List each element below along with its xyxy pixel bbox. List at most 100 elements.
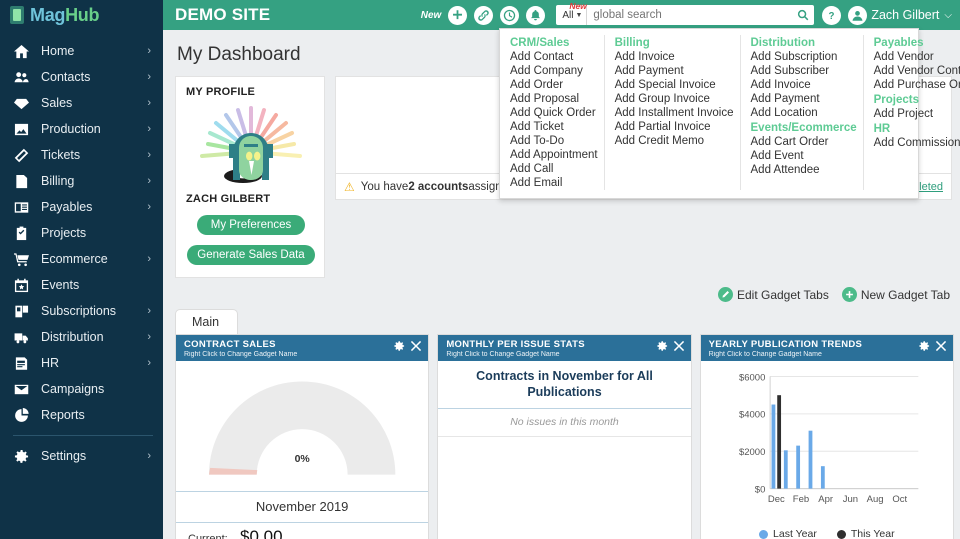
sidebar-item-label: Billing bbox=[41, 174, 75, 188]
search-category-dropdown[interactable]: All ▼ New bbox=[556, 1, 588, 25]
mega-menu-item[interactable]: Add Attendee bbox=[751, 163, 857, 177]
mega-menu-item[interactable]: Add Special Invoice bbox=[615, 78, 734, 92]
mega-menu-item[interactable]: Add Call bbox=[510, 162, 598, 176]
chevron-right-icon: › bbox=[147, 450, 151, 462]
mega-menu-item[interactable]: Add Email bbox=[510, 176, 598, 190]
close-icon[interactable] bbox=[410, 340, 422, 352]
gadget-yearly-publication-trends: YEARLY PUBLICATION TRENDS Right Click to… bbox=[699, 334, 954, 539]
chevron-right-icon: › bbox=[147, 331, 151, 343]
my-preferences-button[interactable]: My Preferences bbox=[196, 215, 306, 235]
new-gadget-tab-button[interactable]: New Gadget Tab bbox=[841, 287, 950, 302]
mega-menu-item[interactable]: Add Subscription bbox=[751, 50, 857, 64]
gadget-header: MONTHLY PER ISSUE STATS Right Click to C… bbox=[438, 335, 691, 361]
sidebar-item-payables[interactable]: Payables › bbox=[0, 194, 163, 220]
user-menu[interactable]: Zach Gilbert ⌵ bbox=[848, 5, 952, 25]
no-issues-message: No issues in this month bbox=[438, 409, 691, 437]
mega-menu-item[interactable]: Add Invoice bbox=[615, 50, 734, 64]
mega-menu-item[interactable]: Add Company bbox=[510, 64, 598, 78]
distribution-icon bbox=[13, 329, 30, 346]
global-search-box[interactable]: All ▼ New bbox=[556, 1, 815, 25]
mega-menu-item[interactable]: Add Payment bbox=[615, 64, 734, 78]
brand-hub: Hub bbox=[65, 4, 100, 25]
alert-text-before: You have bbox=[360, 180, 409, 193]
top-header-bar: DEMO SITE New All ▼ New ? Zach Gilbert bbox=[163, 0, 960, 30]
gear-icon bbox=[13, 448, 30, 465]
gear-icon[interactable] bbox=[918, 340, 930, 352]
mega-menu-item[interactable]: Add Invoice bbox=[751, 78, 857, 92]
mega-menu-item[interactable]: Add Event bbox=[751, 149, 857, 163]
plus-icon[interactable] bbox=[448, 5, 468, 25]
edit-gadget-tabs-button[interactable]: Edit Gadget Tabs bbox=[717, 287, 829, 302]
sidebar-item-home[interactable]: Home › bbox=[0, 38, 163, 64]
sidebar-item-settings[interactable]: Settings › bbox=[0, 443, 163, 469]
search-icon[interactable] bbox=[792, 5, 814, 25]
mega-menu-item[interactable]: Add Proposal bbox=[510, 92, 598, 106]
chart-legend: Last Year This Year bbox=[701, 522, 953, 539]
sidebar-item-billing[interactable]: Billing › bbox=[0, 168, 163, 194]
mega-menu-item[interactable]: Add Ticket bbox=[510, 120, 598, 134]
gadget-body: Contracts in November for All Publicatio… bbox=[438, 361, 691, 539]
sidebar-item-distribution[interactable]: Distribution › bbox=[0, 324, 163, 350]
brand-logo-area[interactable]: MagHub bbox=[0, 0, 163, 30]
sidebar-item-campaigns[interactable]: Campaigns bbox=[0, 376, 163, 402]
generate-sales-data-button[interactable]: Generate Sales Data bbox=[187, 245, 315, 265]
sidebar-item-tickets[interactable]: Tickets › bbox=[0, 142, 163, 168]
mega-menu-item[interactable]: Add Partial Invoice bbox=[615, 120, 734, 134]
mega-menu-item[interactable]: Add Project bbox=[874, 107, 960, 121]
sidebar-item-sales[interactable]: Sales › bbox=[0, 90, 163, 116]
sidebar-item-subscriptions[interactable]: Subscriptions › bbox=[0, 298, 163, 324]
projects-icon bbox=[13, 225, 30, 242]
sidebar-item-hr[interactable]: HR › bbox=[0, 350, 163, 376]
mega-menu-item[interactable]: Add Quick Order bbox=[510, 106, 598, 120]
mega-menu-item[interactable]: Add Location bbox=[751, 106, 857, 120]
mega-menu-item[interactable]: Add Installment Invoice bbox=[615, 106, 734, 120]
close-icon[interactable] bbox=[673, 340, 685, 352]
mega-menu-item[interactable]: Add Contact bbox=[510, 50, 598, 64]
sidebar-item-label: Subscriptions bbox=[41, 304, 117, 318]
close-icon[interactable] bbox=[935, 340, 947, 352]
mega-menu-item[interactable]: Add To-Do bbox=[510, 134, 598, 148]
sidebar-item-events[interactable]: Events bbox=[0, 272, 163, 298]
campaigns-icon bbox=[13, 381, 30, 398]
chevron-down-icon: ⌵ bbox=[944, 9, 952, 21]
mega-menu-item[interactable]: Add Vendor Contact bbox=[874, 64, 960, 78]
sidebar-item-label: Production bbox=[41, 122, 101, 136]
mega-menu-item[interactable]: Add Payment bbox=[751, 92, 857, 106]
sidebar-item-production[interactable]: Production › bbox=[0, 116, 163, 142]
home-icon bbox=[13, 43, 30, 60]
trend-chart-svg: $0 $2000 $4000 $6000 Dec Feb Apr Jun Aug Oct bbox=[739, 372, 918, 505]
new-item-mega-menu[interactable]: CRM/Sales Add Contact Add Company Add Order… bbox=[499, 28, 960, 199]
sidebar-item-ecommerce[interactable]: Ecommerce › bbox=[0, 246, 163, 272]
mega-menu-column: CRM/Sales Add Contact Add Company Add Order… bbox=[500, 35, 605, 190]
mega-menu-item[interactable]: Add Credit Memo bbox=[615, 134, 734, 148]
mega-menu-item[interactable]: Add Subscriber bbox=[751, 64, 857, 78]
sidebar-item-label: Contacts bbox=[41, 70, 91, 84]
svg-text:Jun: Jun bbox=[842, 494, 857, 505]
sidebar-item-reports[interactable]: Reports bbox=[0, 402, 163, 428]
mega-menu-item[interactable]: Add Group Invoice bbox=[615, 92, 734, 106]
gadget-body: $0 $2000 $4000 $6000 Dec Feb Apr Jun Aug Oct Last… bbox=[701, 361, 953, 539]
link-icon[interactable] bbox=[474, 5, 494, 25]
sidebar-divider bbox=[13, 435, 153, 436]
sidebar-item-contacts[interactable]: Contacts › bbox=[0, 64, 163, 90]
mega-menu-item[interactable]: Add Order bbox=[510, 78, 598, 92]
clock-icon[interactable] bbox=[500, 5, 520, 25]
subscriptions-icon bbox=[13, 303, 30, 320]
search-input[interactable] bbox=[587, 5, 793, 25]
mega-menu-group-heading: Payables bbox=[873, 37, 924, 49]
bell-icon[interactable] bbox=[526, 5, 546, 25]
avatar bbox=[848, 5, 868, 25]
tab-main[interactable]: Main bbox=[175, 309, 239, 334]
gear-icon[interactable] bbox=[656, 340, 668, 352]
mega-menu-item[interactable]: Add Commission bbox=[874, 136, 960, 150]
mega-menu-item[interactable]: Add Vendor bbox=[874, 50, 960, 64]
gear-icon[interactable] bbox=[393, 340, 405, 352]
help-icon[interactable]: ? bbox=[822, 5, 842, 25]
mega-menu-item[interactable]: Add Cart Order bbox=[751, 135, 857, 149]
mega-menu-item[interactable]: Add Purchase Order bbox=[874, 78, 960, 92]
user-name: Zach Gilbert bbox=[871, 8, 940, 22]
mega-menu-item[interactable]: Add Appointment bbox=[510, 148, 598, 162]
sidebar-item-projects[interactable]: Projects bbox=[0, 220, 163, 246]
edit-gadget-tabs-label: Edit Gadget Tabs bbox=[736, 287, 829, 302]
billing-icon bbox=[13, 173, 30, 190]
